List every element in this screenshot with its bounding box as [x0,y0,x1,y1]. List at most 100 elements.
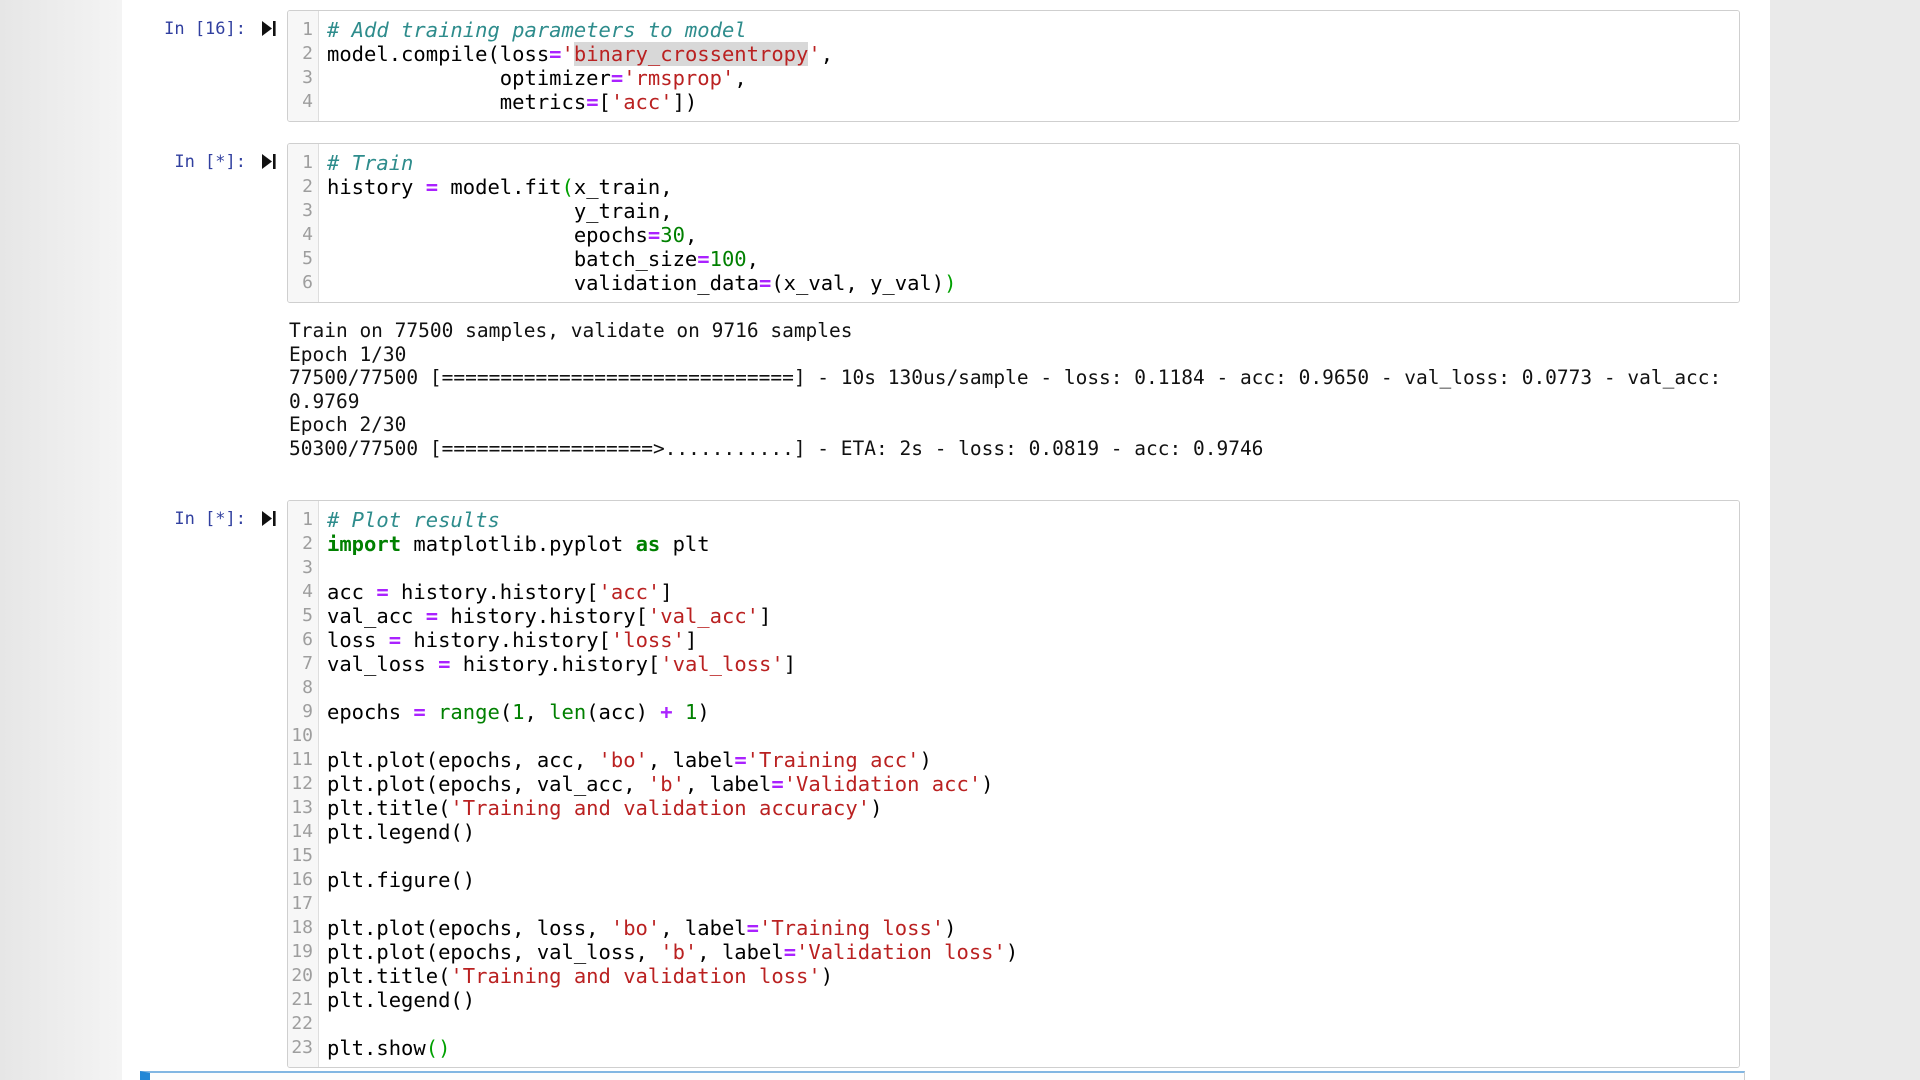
line-number: 9 [288,700,313,724]
code-token: 'Training loss' [759,916,944,940]
code-token: import [327,532,401,556]
code-token: = [784,940,796,964]
code-token: history.history[ [389,580,599,604]
code-token: history.history[ [438,604,648,628]
output-line: 77500/77500 [===========================… [289,366,1740,390]
code-token: ( [500,700,512,724]
line-number: 4 [288,90,313,114]
line-number: 7 [288,652,313,676]
code-line: acc = history.history['acc'] [327,580,1739,604]
code-line: model.compile(loss='binary_crossentropy'… [327,42,1739,66]
code-token: 'rmsprop' [623,66,734,90]
run-cell-icon[interactable] [261,510,277,528]
code-token: 'bo' [599,748,648,772]
code-token: 'val_acc' [648,604,759,628]
code-line: validation_data=(x_val, y_val)) [327,271,1739,295]
code-token: = [389,628,401,652]
code-line: optimizer='rmsprop', [327,66,1739,90]
page-left-margin [0,0,122,1080]
code-token: (x_val, y_val) [771,271,944,295]
code-token: plt.legend() [327,988,475,1012]
code-token: () [426,1036,451,1060]
code-line: # Add training parameters to model [327,18,1739,42]
code-token: plt.legend() [327,820,475,844]
code-token: ] [784,652,796,676]
code-line: history = model.fit(x_train, [327,175,1739,199]
line-number: 3 [288,66,313,90]
line-number: 23 [288,1036,313,1060]
line-number: 4 [288,580,313,604]
code-token: epochs [327,700,413,724]
code-token: metrics [327,90,586,114]
output-line: Epoch 2/30 [289,413,1740,437]
code-token: plt.show [327,1036,426,1060]
line-number: 8 [288,676,313,700]
code-token: (acc) [586,700,660,724]
code-line: # Train [327,151,1739,175]
code-area[interactable]: # Trainhistory = model.fit(x_train, y_tr… [319,144,1739,302]
code-token: = [747,916,759,940]
code-area[interactable]: # Plot resultsimport matplotlib.pyplot a… [319,501,1739,1067]
code-token: = [426,604,438,628]
code-token: plt.title( [327,796,450,820]
code-line: plt.title('Training and validation accur… [327,796,1739,820]
code-token: model.compile(loss [327,42,549,66]
code-line [327,676,1739,700]
code-token: = [611,66,623,90]
code-token: = [734,748,746,772]
code-token: 'Validation acc' [784,772,981,796]
code-editor[interactable]: 1234567891011121314151617181920212223 # … [287,500,1740,1068]
code-token: , [734,66,746,90]
code-token: ] [685,628,697,652]
code-line: epochs=30, [327,223,1739,247]
code-token: range [438,700,500,724]
code-token: validation_data [327,271,759,295]
code-token: 1 [685,700,697,724]
line-number: 13 [288,796,313,820]
selected-cell-partial[interactable] [140,1071,1745,1080]
code-line: plt.plot(epochs, val_acc, 'b', label='Va… [327,772,1739,796]
run-cell-icon[interactable] [261,153,277,171]
code-line: plt.plot(epochs, val_loss, 'b', label='V… [327,940,1739,964]
code-line: epochs = range(1, len(acc) + 1) [327,700,1739,724]
run-cell-icon[interactable] [261,20,277,38]
line-number: 18 [288,916,313,940]
output-line: Train on 77500 samples, validate on 9716… [289,319,1740,343]
code-token: ( [562,175,574,199]
code-token: epochs [327,223,648,247]
input-prompt: In [*]: [122,507,246,531]
code-token: history.history[ [401,628,611,652]
code-editor[interactable]: 123456 # Trainhistory = model.fit(x_trai… [287,143,1740,303]
line-number-gutter: 123456 [288,144,319,302]
line-number: 2 [288,42,313,66]
output-line: 0.9769 [289,390,1740,414]
code-token: 'bo' [611,916,660,940]
code-editor[interactable]: 1234 # Add training parameters to modelm… [287,10,1740,122]
code-token: ' [562,42,574,66]
code-area[interactable]: # Add training parameters to modelmodel.… [319,11,1739,121]
code-token: plt.plot(epochs, val_acc, [327,772,648,796]
code-token: , [685,223,697,247]
line-number: 16 [288,868,313,892]
line-number: 15 [288,844,313,868]
code-token: loss [327,628,389,652]
code-token: optimizer [327,66,611,90]
code-token: = [697,247,709,271]
notebook-container: In [16]: 1234 # Add training parameters … [122,0,1770,1080]
code-line: plt.title('Training and validation loss'… [327,964,1739,988]
code-line: loss = history.history['loss'] [327,628,1739,652]
code-token: ) [944,916,956,940]
code-token: = [438,652,450,676]
line-number: 3 [288,556,313,580]
code-token: , label [697,940,783,964]
line-number: 17 [288,892,313,916]
jupyter-notebook-page: In [16]: 1234 # Add training parameters … [0,0,1920,1080]
code-line: metrics=['acc']) [327,90,1739,114]
line-number: 5 [288,604,313,628]
line-number: 6 [288,271,313,295]
code-token: history [327,175,426,199]
code-token: val_loss [327,652,438,676]
code-token: y_train, [327,199,673,223]
code-line: plt.figure() [327,868,1739,892]
code-token: ) [870,796,882,820]
